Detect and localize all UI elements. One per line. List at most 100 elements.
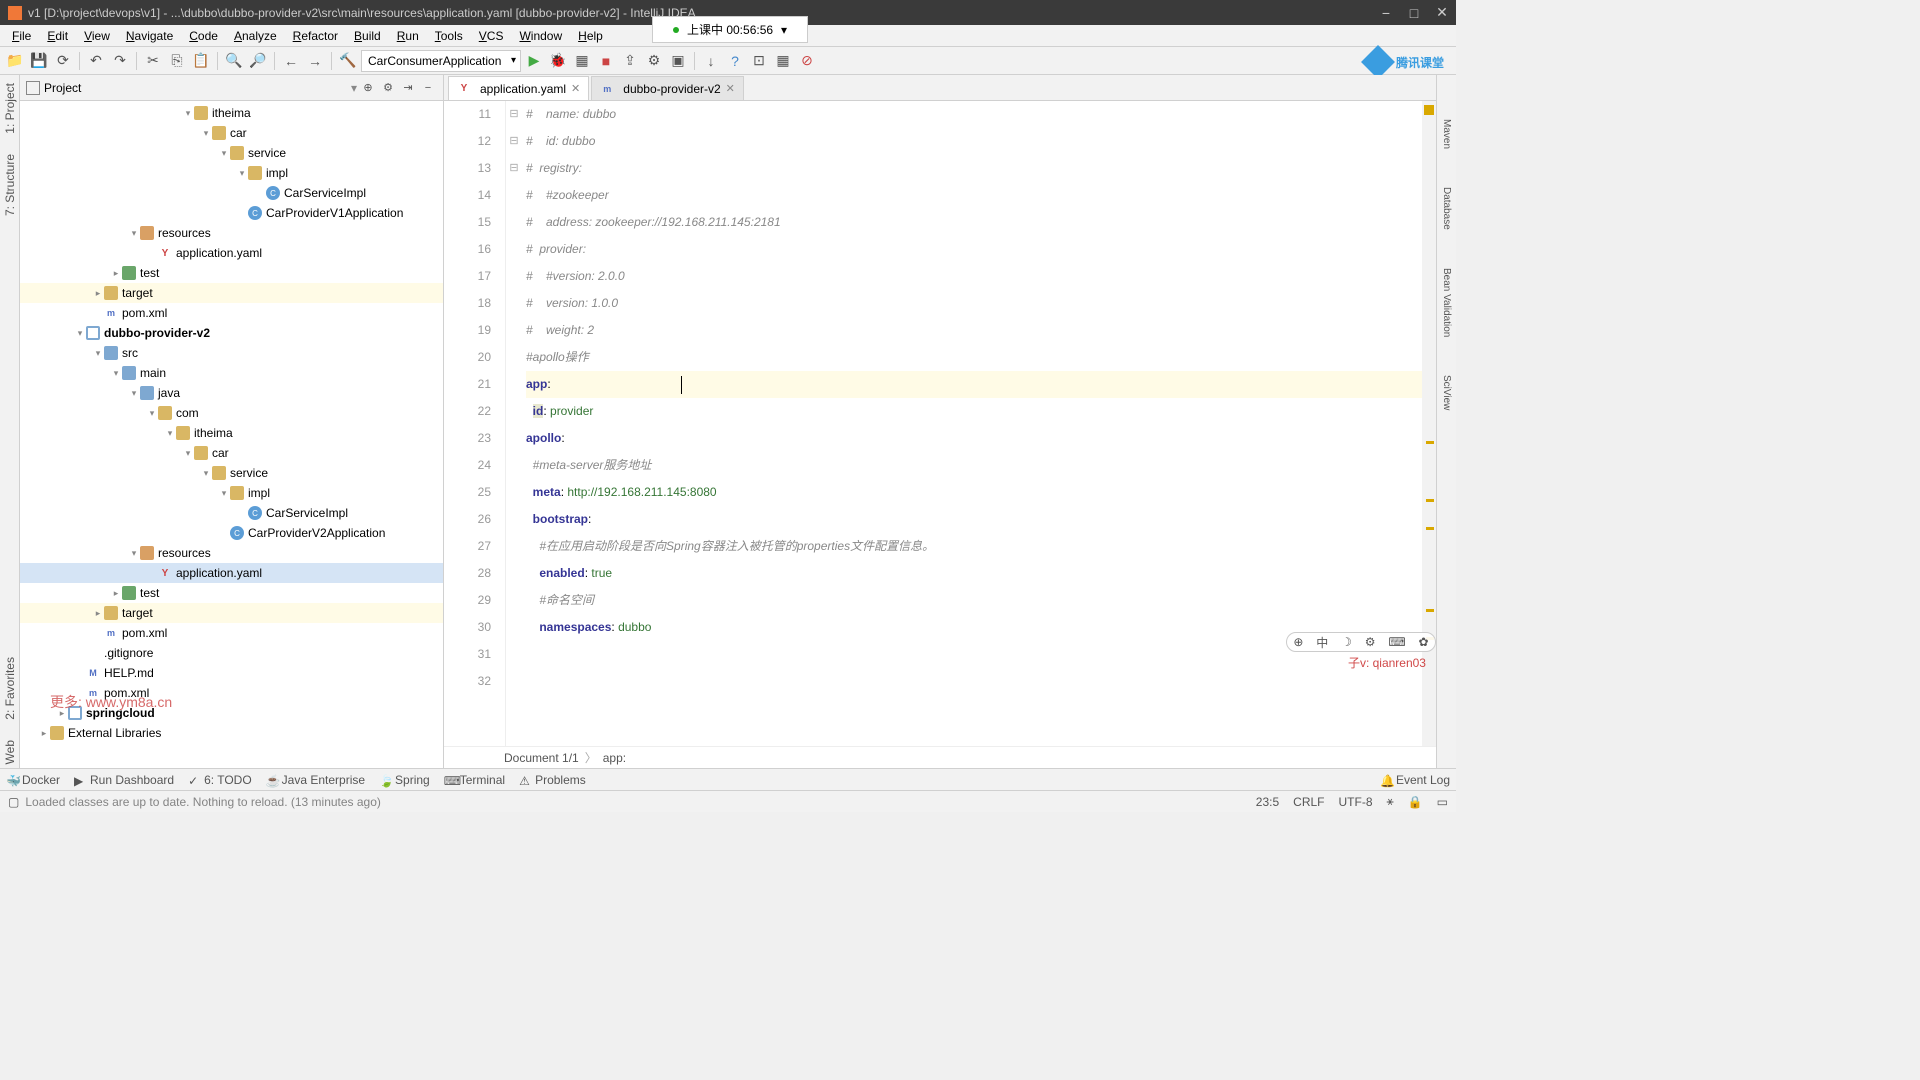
menu-build[interactable]: Build — [346, 27, 389, 45]
editor-tab-applicationyaml[interactable]: Yapplication.yaml✕ — [448, 76, 589, 100]
inspection-indicator-icon[interactable] — [1424, 105, 1434, 115]
close-button[interactable]: ✕ — [1428, 0, 1456, 25]
code-line-24[interactable]: id: provider — [526, 398, 1422, 425]
code-line-19[interactable]: # weight: 2 — [526, 317, 1422, 344]
tree-node-carproviderv1application[interactable]: CCarProviderV1Application — [20, 203, 443, 223]
bottom-tab-spring[interactable]: 🍃Spring — [379, 773, 430, 787]
save-icon[interactable]: 💾 — [28, 50, 50, 72]
redo-icon[interactable]: ↷ — [109, 50, 131, 72]
tree-node-gitignore[interactable]: .gitignore — [20, 643, 443, 663]
tree-node-main[interactable]: ▾main — [20, 363, 443, 383]
stop-icon[interactable]: ■ — [595, 50, 617, 72]
tool-web[interactable]: Web — [3, 736, 17, 768]
tree-arrow-icon[interactable]: ▾ — [182, 448, 194, 459]
tree-node-java[interactable]: ▾java — [20, 383, 443, 403]
code-line-13[interactable]: # registry: — [526, 155, 1422, 182]
cut-icon[interactable]: ✂ — [142, 50, 164, 72]
code-line-27[interactable]: meta: http://192.168.211.145:8080 — [526, 479, 1422, 506]
coverage-icon[interactable]: ▦ — [571, 50, 593, 72]
paste-icon[interactable]: 📋 — [190, 50, 212, 72]
replace-icon[interactable]: 🔎 — [247, 50, 269, 72]
build-icon[interactable]: 🔨 — [337, 50, 359, 72]
tool-sciview[interactable]: SciView — [1441, 371, 1452, 414]
tree-arrow-icon[interactable]: ▾ — [200, 468, 212, 479]
tree-arrow-icon[interactable]: ▸ — [110, 268, 122, 279]
code-line-11[interactable]: # name: dubbo — [526, 101, 1422, 128]
tree-node-impl[interactable]: ▾impl — [20, 163, 443, 183]
project-panel-title[interactable]: Project — [44, 81, 351, 95]
bottom-tab-docker[interactable]: 🐳Docker — [6, 773, 60, 787]
select-opened-icon[interactable]: ⊕ — [359, 79, 377, 97]
menu-code[interactable]: Code — [181, 27, 226, 45]
back-icon[interactable]: ← — [280, 50, 302, 72]
code-line-29[interactable]: #在应用启动阶段是否向Spring容器注入被托管的properties文件配置信… — [526, 533, 1422, 560]
tree-node-carproviderv2application[interactable]: CCarProviderV2Application — [20, 523, 443, 543]
tree-node-target[interactable]: ▸target — [20, 283, 443, 303]
help-icon[interactable]: ? — [724, 50, 746, 72]
chevron-down-icon[interactable]: ▾ — [781, 23, 787, 37]
menu-window[interactable]: Window — [511, 27, 570, 45]
tree-arrow-icon[interactable]: ▾ — [74, 328, 86, 339]
tree-node-car[interactable]: ▾car — [20, 123, 443, 143]
attach-icon[interactable]: ⇪ — [619, 50, 641, 72]
menu-refactor[interactable]: Refactor — [285, 27, 346, 45]
tree-node-com[interactable]: ▾com — [20, 403, 443, 423]
memory-indicator[interactable]: ▭ — [1437, 795, 1448, 809]
tree-node-pomxml[interactable]: mpom.xml — [20, 623, 443, 643]
editor-tab-dubbo-provider-v2[interactable]: mdubbo-provider-v2✕ — [591, 76, 744, 100]
settings-icon[interactable]: ⚙ — [379, 79, 397, 97]
tree-node-service[interactable]: ▾service — [20, 143, 443, 163]
tree-arrow-icon[interactable]: ▾ — [128, 548, 140, 559]
breadcrumb-path[interactable]: app: — [603, 751, 626, 765]
bottom-tab-6todo[interactable]: ✓6: TODO — [188, 773, 252, 787]
update-icon[interactable]: ↓ — [700, 50, 722, 72]
tree-node-itheima[interactable]: ▾itheima — [20, 423, 443, 443]
open-icon[interactable]: 📁 — [4, 50, 26, 72]
warning-marker[interactable] — [1426, 609, 1434, 612]
find-icon[interactable]: 🔍 — [223, 50, 245, 72]
tree-node-test[interactable]: ▸test — [20, 583, 443, 603]
tree-arrow-icon[interactable]: ▾ — [182, 108, 194, 119]
menu-analyze[interactable]: Analyze — [226, 27, 285, 45]
warning-marker[interactable] — [1426, 527, 1434, 530]
code-line-17[interactable]: # #version: 2.0.0 — [526, 263, 1422, 290]
file-encoding[interactable]: UTF-8 — [1339, 795, 1373, 809]
tree-arrow-icon[interactable]: ▾ — [200, 128, 212, 139]
fold-gutter[interactable]: ⊟⊟⊟ — [506, 101, 522, 746]
tree-arrow-icon[interactable]: ▾ — [236, 168, 248, 179]
event-log-button[interactable]: 🔔 Event Log — [1380, 773, 1450, 787]
readonly-lock-icon[interactable]: 🔒 — [1408, 795, 1423, 809]
tree-node-resources[interactable]: ▾resources — [20, 543, 443, 563]
menu-view[interactable]: View — [76, 27, 118, 45]
status-icon[interactable]: ▢ — [8, 795, 19, 809]
collapse-icon[interactable]: ⇥ — [399, 79, 417, 97]
code-line-23[interactable]: app: — [526, 371, 1422, 398]
profile-icon[interactable]: ⚙ — [643, 50, 665, 72]
code-line-14[interactable]: # #zookeeper — [526, 182, 1422, 209]
tree-node-applicationyaml[interactable]: Yapplication.yaml — [20, 243, 443, 263]
code-line-30[interactable]: enabled: true — [526, 560, 1422, 587]
tree-arrow-icon[interactable]: ▾ — [218, 488, 230, 499]
code-line-16[interactable]: # provider: — [526, 236, 1422, 263]
menu-navigate[interactable]: Navigate — [118, 27, 181, 45]
code-line-12[interactable]: # id: dubbo — [526, 128, 1422, 155]
menu-file[interactable]: File — [4, 27, 39, 45]
tree-arrow-icon[interactable]: ▾ — [218, 148, 230, 159]
tool-structure[interactable]: 7: Structure — [3, 150, 17, 220]
tree-arrow-icon[interactable]: ▸ — [38, 728, 50, 739]
tree-node-impl[interactable]: ▾impl — [20, 483, 443, 503]
tree-node-src[interactable]: ▾src — [20, 343, 443, 363]
tree-node-car[interactable]: ▾car — [20, 443, 443, 463]
run-icon[interactable]: ▶ — [523, 50, 545, 72]
tool-maven[interactable]: Maven — [1441, 115, 1452, 153]
select-icon[interactable]: ▣ — [667, 50, 689, 72]
tree-arrow-icon[interactable]: ▾ — [128, 388, 140, 399]
forward-icon[interactable]: → — [304, 50, 326, 72]
tree-arrow-icon[interactable]: ▾ — [110, 368, 122, 379]
tree-arrow-icon[interactable]: ▾ — [128, 228, 140, 239]
dropdown-arrow-icon[interactable]: ▾ — [351, 81, 357, 95]
indent-widget[interactable]: ⚹ — [1387, 794, 1394, 809]
bottom-tab-terminal[interactable]: ⌨Terminal — [444, 773, 505, 787]
tree-arrow-icon[interactable]: ▾ — [92, 348, 104, 359]
tree-node-target[interactable]: ▸target — [20, 603, 443, 623]
